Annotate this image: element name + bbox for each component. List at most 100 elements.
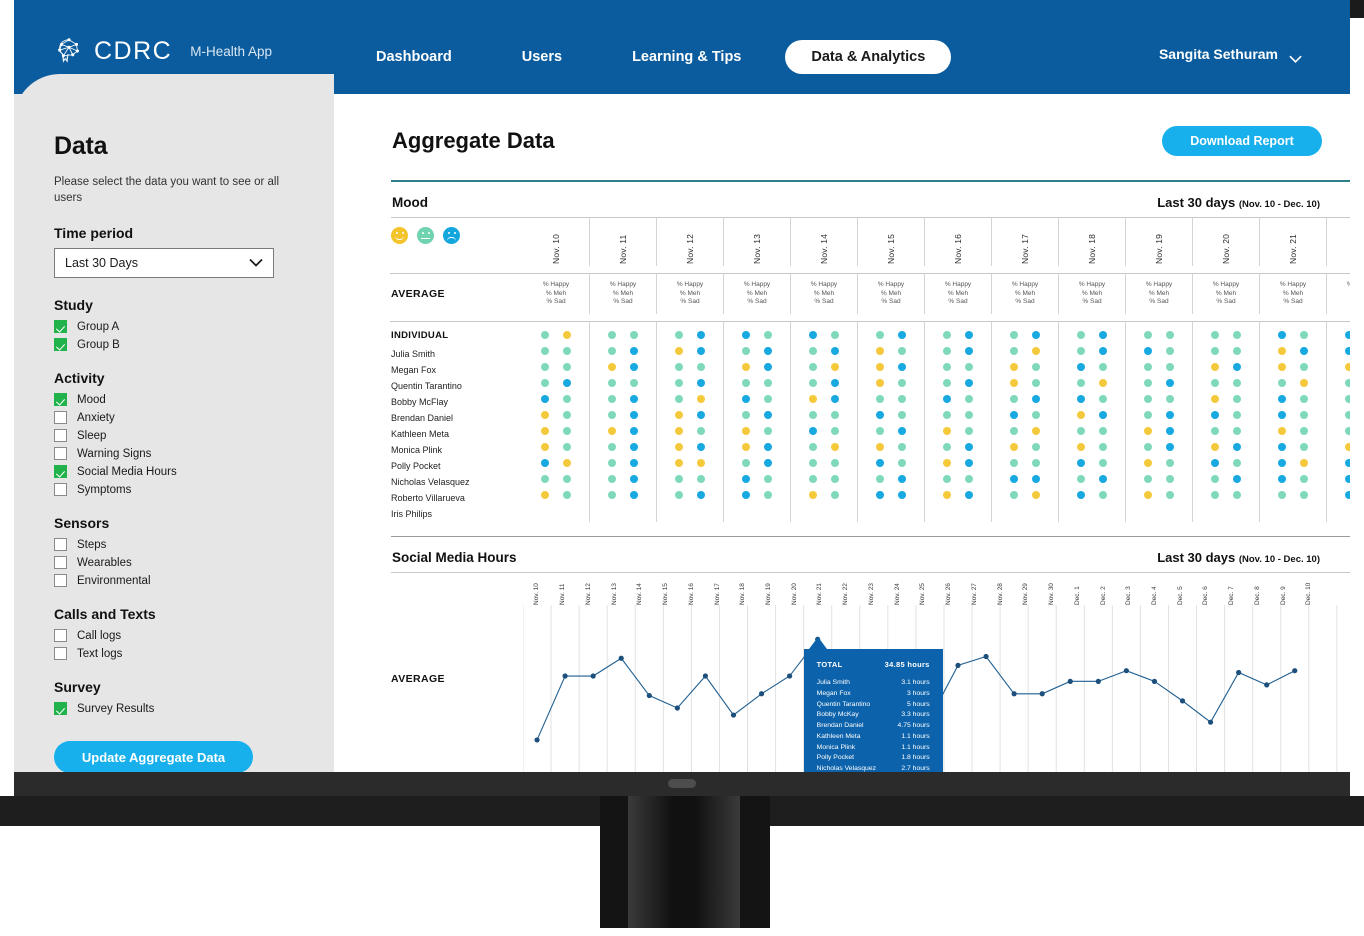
sidebar-checkbox-social-media-hours[interactable]: Social Media Hours (54, 465, 294, 478)
sidebar-checkbox-environmental[interactable]: Environmental (54, 574, 294, 587)
checkbox-unchecked-icon[interactable] (54, 429, 67, 442)
monitor-shadow-left (0, 796, 610, 826)
mood-dot-pair (1327, 439, 1350, 455)
social-data-point[interactable] (1040, 691, 1045, 696)
sidebar-checkbox-mood[interactable]: Mood (54, 393, 294, 406)
sidebar-checkbox-call-logs[interactable]: Call logs (54, 629, 294, 642)
mood-average-cell: % Happy% Meh% Sad (589, 274, 656, 314)
nav-item-users[interactable]: Users (522, 41, 562, 73)
application: CDRC M-Health App Dashboard Users Learni… (14, 0, 1350, 772)
checkbox-checked-icon[interactable] (54, 393, 67, 406)
checkbox-label: Anxiety (77, 412, 115, 424)
checkbox-unchecked-icon[interactable] (54, 538, 67, 551)
social-data-point[interactable] (1096, 679, 1101, 684)
nav-item-data-analytics[interactable]: Data & Analytics (785, 40, 951, 74)
mood-dot-pair (992, 407, 1058, 423)
mood-dot-pair (1327, 375, 1350, 391)
mood-dot-sad (630, 363, 638, 371)
social-date-label: Nov. 30 (1048, 573, 1055, 605)
social-date-label: Nov. 24 (894, 573, 901, 605)
tooltip-person-name: Megan Fox (817, 689, 851, 700)
sidebar-checkbox-anxiety[interactable]: Anxiety (54, 411, 294, 424)
social-data-point[interactable] (591, 673, 596, 678)
sidebar-checkbox-survey-results[interactable]: Survey Results (54, 702, 294, 715)
mood-date-header: Nov. 10 (523, 218, 589, 266)
mood-average-metric: % Happy (677, 281, 703, 290)
sidebar-checkbox-warning-signs[interactable]: Warning Signs (54, 447, 294, 460)
social-data-point[interactable] (983, 654, 988, 659)
sidebar-checkbox-steps[interactable]: Steps (54, 538, 294, 551)
social-data-point[interactable] (647, 693, 652, 698)
mood-dot-meh (1032, 459, 1040, 467)
mood-dot-meh (809, 347, 817, 355)
sidebar-checkbox-text-logs[interactable]: Text logs (54, 647, 294, 660)
update-aggregate-data-button[interactable]: Update Aggregate Data (54, 741, 253, 772)
social-data-point[interactable] (1236, 670, 1241, 675)
mood-dot-pair (657, 391, 723, 407)
social-data-point[interactable] (534, 737, 539, 742)
mood-dot-happy (831, 363, 839, 371)
social-data-point[interactable] (1264, 682, 1269, 687)
social-data-point[interactable] (731, 712, 736, 717)
checkbox-unchecked-icon[interactable] (54, 647, 67, 660)
mood-dot-pair (1260, 359, 1326, 375)
mood-dot-happy (876, 379, 884, 387)
checkbox-label: Wearables (77, 557, 132, 569)
mood-average-cell: % Happy% Meh% Sad (924, 274, 991, 314)
checkbox-checked-icon[interactable] (54, 465, 67, 478)
social-data-point[interactable] (955, 663, 960, 668)
social-data-point[interactable] (787, 673, 792, 678)
download-report-button[interactable]: Download Report (1162, 126, 1322, 156)
checkbox-unchecked-icon[interactable] (54, 574, 67, 587)
nav-item-dashboard[interactable]: Dashboard (376, 41, 452, 73)
sidebar-checkbox-group-a[interactable]: Group A (54, 320, 294, 333)
checkbox-unchecked-icon[interactable] (54, 556, 67, 569)
checkbox-unchecked-icon[interactable] (54, 629, 67, 642)
mood-dot-meh (898, 443, 906, 451)
nav-item-learning-tips[interactable]: Learning & Tips (632, 41, 741, 73)
checkbox-checked-icon[interactable] (54, 702, 67, 715)
mood-dot-sad (1278, 395, 1286, 403)
social-data-point[interactable] (703, 673, 708, 678)
checkbox-checked-icon[interactable] (54, 338, 67, 351)
social-data-point[interactable] (1124, 668, 1129, 673)
social-data-point[interactable] (1208, 720, 1213, 725)
checkbox-unchecked-icon[interactable] (54, 483, 67, 496)
mood-dot-sad (965, 443, 973, 451)
user-menu[interactable]: Sangita Sethuram (1159, 46, 1302, 62)
social-data-point[interactable] (1292, 668, 1297, 673)
mood-dot-meh (764, 475, 772, 483)
sidebar-checkbox-symptoms[interactable]: Symptoms (54, 483, 294, 496)
checkbox-checked-icon[interactable] (54, 320, 67, 333)
social-date-label: Nov. 18 (739, 573, 746, 605)
social-data-point[interactable] (1180, 698, 1185, 703)
mood-dot-sad (1077, 491, 1085, 499)
social-data-point[interactable] (1068, 679, 1073, 684)
social-data-point[interactable] (1152, 679, 1157, 684)
brand-logo[interactable]: CDRC M-Health App (54, 36, 272, 66)
time-period-select[interactable]: Last 30 Days (54, 248, 274, 278)
social-data-point[interactable] (1012, 691, 1017, 696)
social-data-point[interactable] (562, 673, 567, 678)
mood-dot-meh (608, 395, 616, 403)
mood-dot-sad (1233, 443, 1241, 451)
social-data-point[interactable] (619, 656, 624, 661)
mood-dot-column (790, 322, 857, 522)
mood-dot-happy (1211, 395, 1219, 403)
checkbox-unchecked-icon[interactable] (54, 411, 67, 424)
mood-dot-pair (1260, 327, 1326, 343)
sidebar-checkbox-sleep[interactable]: Sleep (54, 429, 294, 442)
mood-dot-sad (697, 443, 705, 451)
mood-dot-meh (1077, 427, 1085, 435)
mood-dot-column (523, 322, 589, 522)
mood-average-metric: % Happy (610, 281, 636, 290)
social-data-point[interactable] (675, 705, 680, 710)
sidebar-checkbox-wearables[interactable]: Wearables (54, 556, 294, 569)
mood-dot-meh (742, 347, 750, 355)
mood-dot-meh (1144, 443, 1152, 451)
social-data-point[interactable] (759, 691, 764, 696)
sidebar-checkbox-group-b[interactable]: Group B (54, 338, 294, 351)
mood-dot-meh (675, 475, 683, 483)
mood-individual-name: Iris Philips (391, 506, 523, 522)
checkbox-unchecked-icon[interactable] (54, 447, 67, 460)
